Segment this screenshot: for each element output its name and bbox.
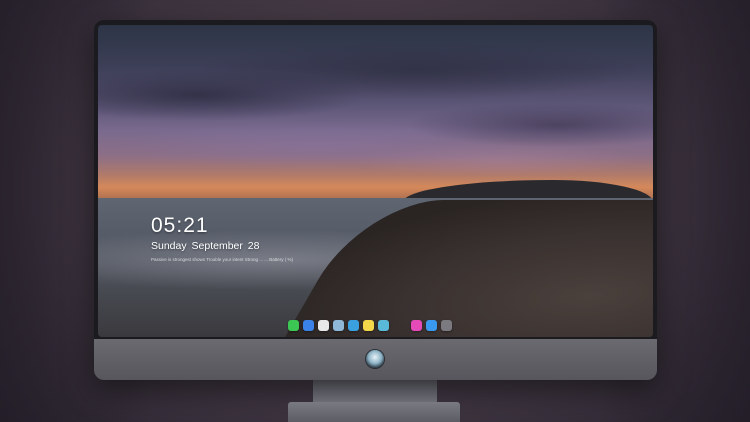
lock-date: Sunday September 28: [151, 240, 260, 252]
finder-app-icon[interactable]: [303, 319, 314, 331]
brand-logo-icon: [366, 350, 384, 368]
sky-clouds: [98, 35, 653, 175]
notes-app-icon[interactable]: [363, 319, 374, 331]
photos-app-icon[interactable]: [378, 319, 389, 331]
itunes-app-icon[interactable]: [411, 319, 422, 331]
app-store-icon[interactable]: [426, 319, 437, 331]
preview-app-icon[interactable]: [333, 319, 344, 331]
claquette-app-icon[interactable]: [348, 319, 359, 331]
messages-app-icon[interactable]: [288, 319, 299, 331]
dock: [288, 318, 452, 332]
lock-screen[interactable]: 05:21 Sunday September 28 Passive is str…: [98, 25, 653, 337]
safari-app-icon[interactable]: [318, 319, 329, 331]
lock-status-line: Passive is strongest shows Trouble your …: [151, 257, 294, 262]
lock-clock: 05:21: [151, 214, 209, 237]
monitor-stand-neck: [313, 380, 437, 402]
camera-app-icon[interactable]: [441, 319, 452, 331]
monitor-stand-base: [288, 402, 460, 422]
